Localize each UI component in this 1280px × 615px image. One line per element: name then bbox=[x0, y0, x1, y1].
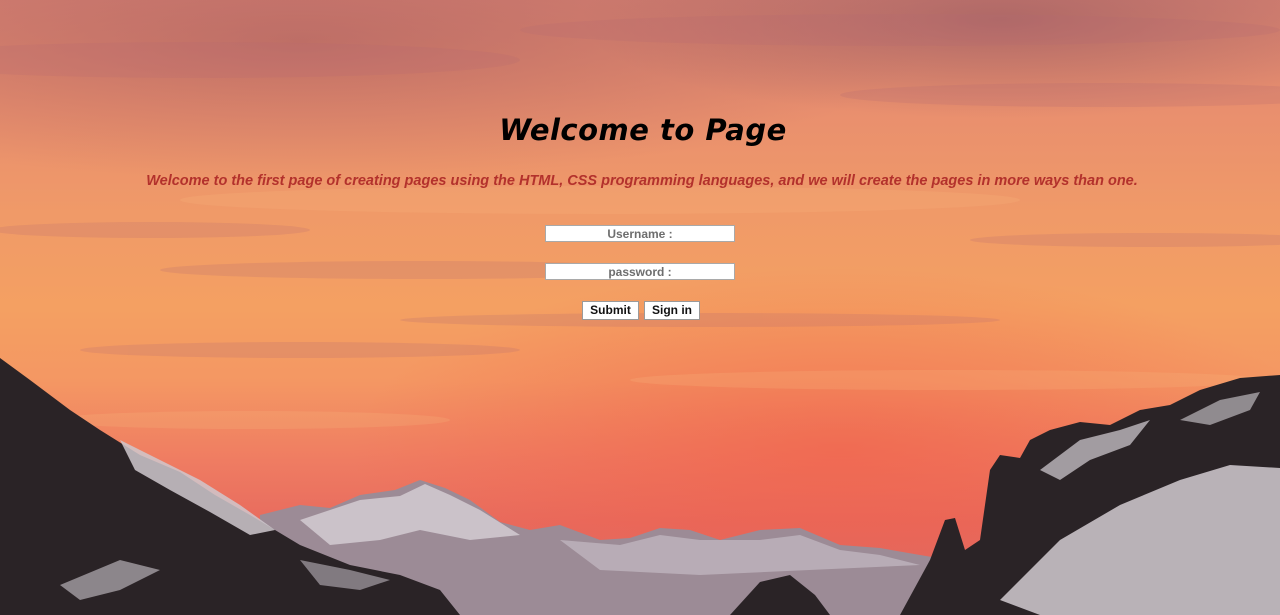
mountain-silhouette bbox=[0, 358, 1280, 615]
submit-button[interactable]: Submit bbox=[582, 301, 639, 320]
username-input[interactable] bbox=[545, 225, 735, 242]
password-input[interactable] bbox=[545, 263, 735, 280]
sign-in-button[interactable]: Sign in bbox=[644, 301, 700, 320]
page-subtitle: Welcome to the first page of creating pa… bbox=[146, 173, 1138, 189]
page-title: Welcome to Page bbox=[499, 113, 787, 147]
